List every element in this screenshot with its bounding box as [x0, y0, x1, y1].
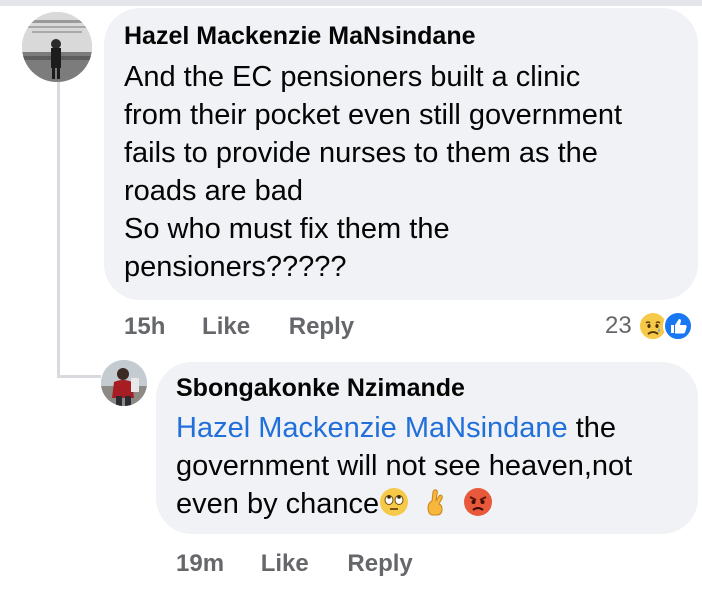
comment-text-line: So who must fix them the	[124, 213, 450, 245]
reply-button[interactable]: Reply	[289, 313, 354, 341]
comment-text-line: from their pocket even still government	[124, 99, 623, 131]
reply-text: Hazel Mackenzie MaNsindane the governmen…	[176, 409, 686, 523]
reply-button[interactable]: Reply	[347, 550, 412, 578]
comment-text-line: pensioners?????	[124, 251, 347, 283]
reply-text-line: even by chance	[176, 485, 686, 523]
avatar[interactable]	[101, 360, 147, 406]
mention-link[interactable]: Hazel Mackenzie MaNsindane	[176, 412, 568, 444]
comment-text-line: And the EC pensioners built a clinic	[124, 61, 581, 93]
comment-text-line: fails to provide nurses to them as the	[124, 137, 598, 169]
comment-text: And the EC pensioners built a clinic fro…	[124, 58, 684, 286]
avatar[interactable]	[22, 12, 92, 82]
like-button[interactable]: Like	[261, 550, 309, 578]
crossed-fingers-emoji-icon	[427, 489, 443, 516]
reaction-icons	[636, 311, 694, 341]
comment-timestamp[interactable]: 15h	[124, 313, 165, 341]
avatar-photo-icon	[22, 12, 92, 82]
eye-roll-emoji-icon	[380, 488, 409, 516]
reaction-count: 23	[605, 312, 632, 339]
like-button[interactable]: Like	[202, 313, 250, 341]
reply-actions: 19m Like Reply	[176, 550, 413, 578]
top-divider	[0, 0, 702, 6]
reply-author-link[interactable]: Sbongakonke Nzimande	[176, 374, 465, 403]
comment-author-link[interactable]: Hazel Mackenzie MaNsindane	[124, 22, 476, 51]
thread-connector-elbow	[57, 375, 101, 378]
comment-text-line: roads are bad	[124, 175, 303, 207]
avatar-photo-icon	[101, 360, 147, 406]
like-reaction-icon	[663, 311, 694, 341]
comment-thread: Hazel Mackenzie MaNsindane And the EC pe…	[0, 0, 702, 605]
reply-text-line: Hazel Mackenzie MaNsindane the	[176, 409, 686, 447]
comment-actions: 15h Like Reply	[124, 313, 354, 341]
reply-text-fragment: even by chance	[176, 488, 380, 520]
thread-connector-line	[57, 78, 60, 378]
angry-emoji-icon	[464, 488, 493, 516]
reaction-summary[interactable]: 23	[605, 311, 694, 341]
reply-text-fragment: the	[567, 412, 617, 444]
reply-timestamp[interactable]: 19m	[176, 550, 224, 578]
reply-text-line: government will not see heaven,not	[176, 450, 633, 482]
